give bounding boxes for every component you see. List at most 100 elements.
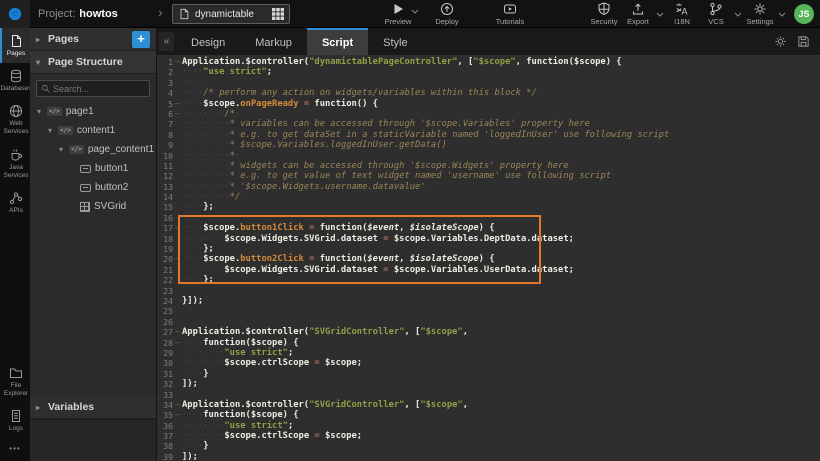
chevron-down-icon[interactable] — [656, 12, 664, 18]
code-line[interactable]: 34–Application.$controller("SVGridContro… — [157, 400, 820, 410]
code-line[interactable]: 39]); — [157, 452, 820, 461]
pages-section-header[interactable]: ▸ Pages + — [30, 28, 156, 51]
code-line[interactable]: 36········"use strict"; — [157, 421, 820, 431]
collapse-panel-button[interactable]: « — [159, 32, 174, 51]
code-line[interactable]: 26 — [157, 317, 820, 327]
search-input[interactable] — [53, 84, 145, 94]
line-number: 31 — [157, 369, 173, 379]
code-line[interactable]: 19····}; — [157, 244, 820, 254]
code-line[interactable]: 24}]); — [157, 296, 820, 306]
code-line[interactable]: 21········$scope.Widgets.SVGrid.dataset … — [157, 265, 820, 275]
sidebar-item-pages[interactable]: Pages — [0, 28, 30, 63]
app-logo[interactable] — [0, 0, 30, 28]
deploy-button[interactable]: Deploy — [425, 2, 469, 26]
code-line[interactable]: 11·········* widgets can be accessed thr… — [157, 161, 820, 171]
sidebar-item-logs[interactable]: Logs — [0, 403, 30, 438]
code-line[interactable]: 17–····$scope.button1Click = function($e… — [157, 223, 820, 233]
code-line[interactable]: 18········$scope.Widgets.SVGrid.dataset … — [157, 234, 820, 244]
code-line[interactable]: 35–····function($scope) { — [157, 410, 820, 420]
code-line[interactable]: 10·········*· — [157, 151, 820, 161]
code-line[interactable]: 5–····$scope.onPageReady = function() { — [157, 99, 820, 109]
caret-right-icon: ▸ — [36, 35, 43, 44]
chevron-down-icon[interactable] — [778, 12, 786, 18]
script-settings-gear-icon[interactable] — [774, 35, 787, 48]
vcs-button[interactable]: VCS — [700, 2, 732, 26]
tab-markup[interactable]: Markup — [240, 28, 307, 55]
code-line[interactable]: 33 — [157, 390, 820, 400]
caret-down-icon[interactable]: ▾ — [46, 126, 54, 135]
project-breadcrumb[interactable]: Project: howtos — [38, 0, 118, 28]
i18n-button[interactable]: A I18N — [666, 2, 698, 26]
export-button[interactable]: Export — [622, 2, 654, 26]
code-line[interactable]: 22····}; — [157, 275, 820, 285]
security-button[interactable]: Security — [588, 2, 620, 26]
tree-item-page1[interactable]: ▾</>page1 — [30, 102, 156, 121]
fold-marker[interactable]: – — [173, 400, 182, 410]
page-structure-tree: ▾</>page1▾</>content1▾</>page_content1bu… — [30, 102, 156, 396]
tab-design[interactable]: Design — [176, 28, 240, 55]
code-line[interactable]: 31····} — [157, 369, 820, 379]
line-number: 1 — [157, 57, 173, 67]
code-line[interactable]: 15····}; — [157, 202, 820, 212]
settings-button[interactable]: Settings — [744, 2, 776, 26]
code-line[interactable]: 8·········* e.g. to get dataSet in a sta… — [157, 130, 820, 140]
grid-view-icon[interactable] — [272, 8, 284, 20]
code-line[interactable]: 32]); — [157, 379, 820, 389]
tree-item-label: page_content1 — [88, 144, 154, 155]
save-icon[interactable] — [797, 35, 810, 48]
code-line[interactable]: 2····"use strict"; — [157, 67, 820, 77]
code-line[interactable]: 4····/* perform any action on widgets/va… — [157, 88, 820, 98]
tree-item-SVGrid[interactable]: SVGrid — [30, 197, 156, 216]
tree-item-button2[interactable]: button2 — [30, 178, 156, 197]
code-line[interactable]: 23 — [157, 286, 820, 296]
sidebar-item-web-services[interactable]: Web Services — [0, 98, 30, 141]
tree-item-page_content1[interactable]: ▾</>page_content1 — [30, 140, 156, 159]
code-line[interactable]: 37········$scope.ctrlScope = $scope; — [157, 431, 820, 441]
tutorials-button[interactable]: Tutorials — [488, 2, 532, 26]
page-tab-dynamictable[interactable]: dynamictable — [172, 4, 290, 24]
code-line[interactable]: 16 — [157, 213, 820, 223]
user-avatar[interactable]: JS — [794, 4, 814, 24]
fold-marker[interactable]: – — [173, 327, 182, 337]
caret-down-icon[interactable]: ▾ — [35, 107, 43, 116]
code-line[interactable]: 6–········/*· — [157, 109, 820, 119]
fold-marker[interactable]: – — [173, 99, 182, 109]
structure-search — [36, 80, 150, 97]
code-line[interactable]: 20–····$scope.button2Click = function($e… — [157, 254, 820, 264]
fold-marker[interactable]: – — [173, 338, 182, 348]
variables-section-header[interactable]: ▸ Variables — [30, 396, 156, 419]
fold-marker[interactable]: – — [173, 109, 182, 119]
add-page-button[interactable]: + — [132, 31, 150, 48]
preview-dropdown[interactable] — [409, 2, 421, 15]
fold-marker[interactable]: – — [173, 223, 182, 233]
page-structure-header[interactable]: ▾ Page Structure — [30, 51, 156, 74]
code-line[interactable]: 13·········* '$scope.Widgets.username.da… — [157, 182, 820, 192]
fold-marker[interactable]: – — [173, 57, 182, 67]
code-line[interactable]: 3···· — [157, 78, 820, 88]
tree-item-content1[interactable]: ▾</>content1 — [30, 121, 156, 140]
code-line[interactable]: 28–····function($scope) { — [157, 338, 820, 348]
sidebar-item-apis[interactable]: APIs — [0, 185, 30, 220]
tab-script[interactable]: Script — [307, 28, 368, 55]
chevron-down-icon[interactable] — [734, 12, 742, 18]
sidebar-item-file-explorer[interactable]: File Explorer — [0, 360, 30, 403]
code-editor[interactable]: 1–Application.$controller("dynamictableP… — [157, 55, 820, 461]
code-line[interactable]: 27–Application.$controller("SVGridContro… — [157, 327, 820, 337]
code-line[interactable]: 38····} — [157, 441, 820, 451]
code-line[interactable]: 12·········* e.g. to get value of text w… — [157, 171, 820, 181]
fold-marker[interactable]: – — [173, 410, 182, 420]
sidebar-item-databases[interactable]: Databases — [0, 63, 30, 98]
caret-down-icon[interactable]: ▾ — [57, 145, 65, 154]
sidebar-item-java-services[interactable]: Java Services — [0, 142, 30, 185]
more-options-icon[interactable]: ••• — [0, 438, 30, 461]
code-line[interactable]: 25 — [157, 306, 820, 316]
code-line[interactable]: 1–Application.$controller("dynamictableP… — [157, 57, 820, 67]
code-line[interactable]: 7·········* variables can be accessed th… — [157, 119, 820, 129]
code-line[interactable]: 14·········*/· — [157, 192, 820, 202]
code-line[interactable]: 9·········* $scope.Variables.loggedInUse… — [157, 140, 820, 150]
code-line[interactable]: 30········$scope.ctrlScope = $scope; — [157, 358, 820, 368]
tab-style[interactable]: Style — [368, 28, 422, 55]
fold-marker[interactable]: – — [173, 254, 182, 264]
tree-item-button1[interactable]: button1 — [30, 159, 156, 178]
code-line[interactable]: 29········"use strict"; — [157, 348, 820, 358]
